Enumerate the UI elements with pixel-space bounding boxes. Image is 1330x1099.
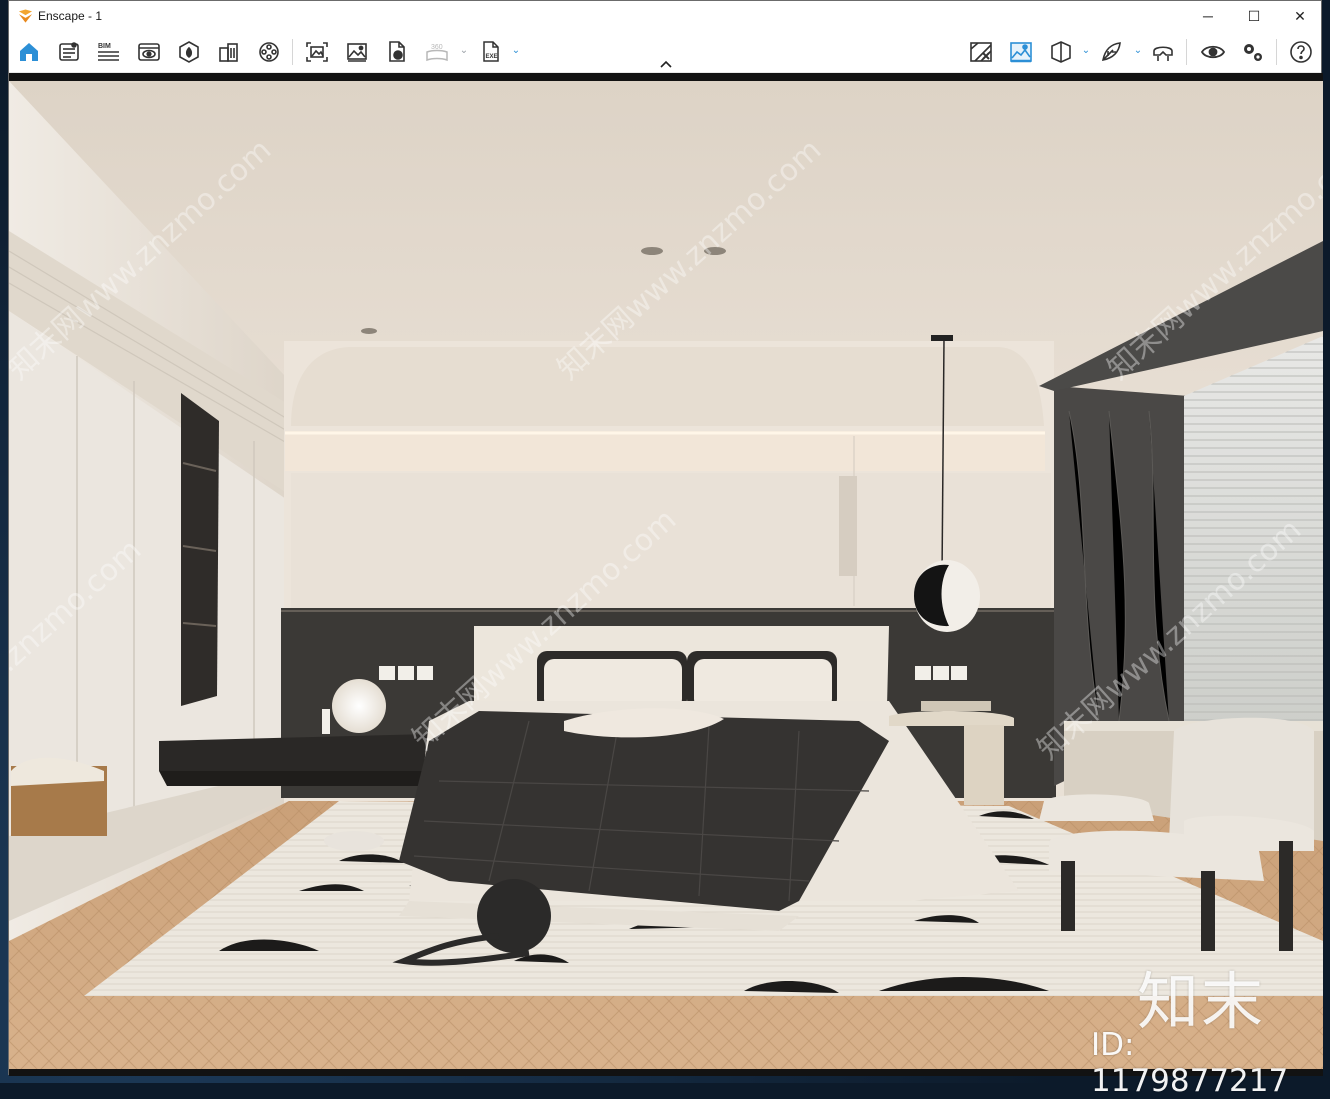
panorama-dropdown-icon[interactable]: ⌄ <box>459 44 469 58</box>
collapse-toolbar-icon[interactable] <box>659 59 673 69</box>
help-icon[interactable] <box>1288 40 1314 64</box>
view-management-icon[interactable] <box>136 40 162 64</box>
enscape-window: Enscape - 1 ─ ☐ ✕ BIM 360 ⌄ EXE ⌄ ⌄ ⌄ 知末… <box>8 0 1323 1099</box>
bim-label: BIM <box>98 43 111 50</box>
settings-sheet-icon[interactable] <box>56 40 82 64</box>
title-bar[interactable]: Enscape - 1 ─ ☐ ✕ <box>9 1 1321 31</box>
vr-headset-icon[interactable] <box>1150 40 1176 64</box>
video-editor-icon[interactable] <box>256 40 282 64</box>
close-button[interactable]: ✕ <box>1277 1 1323 31</box>
material-editor-icon[interactable] <box>216 40 242 64</box>
minimize-button[interactable]: ─ <box>1185 1 1231 31</box>
export-exe-label: EXE <box>486 54 498 60</box>
asset-library-icon[interactable] <box>176 40 202 64</box>
toolbar-separator <box>1276 39 1277 65</box>
material-dropdown-icon[interactable]: ⌄ <box>1133 44 1143 58</box>
visual-settings-icon[interactable] <box>1200 40 1226 64</box>
watermark-id: ID: 1179877217 <box>1091 1027 1289 1099</box>
window-title: Enscape - 1 <box>38 9 103 23</box>
enscape-logo-icon <box>18 9 33 23</box>
screenshot-icon[interactable] <box>344 40 370 64</box>
capture-view-icon[interactable] <box>304 40 330 64</box>
minimap-icon[interactable] <box>968 40 994 64</box>
export-dropdown-icon[interactable]: ⌄ <box>511 44 521 58</box>
toolbar-separator <box>292 39 293 65</box>
maximize-button[interactable]: ☐ <box>1231 1 1277 31</box>
bim-icon[interactable]: BIM <box>96 40 122 64</box>
section-dropdown-icon[interactable]: ⌄ <box>1081 44 1091 58</box>
atmosphere-icon[interactable] <box>1008 40 1034 64</box>
general-settings-icon[interactable] <box>1240 40 1266 64</box>
section-view-icon[interactable] <box>1048 40 1074 64</box>
maximize-icon: ☐ <box>1247 7 1261 24</box>
panorama-360-icon[interactable]: 360 <box>424 40 450 64</box>
export-batch-icon[interactable] <box>384 40 410 64</box>
render-viewport[interactable]: 知末网www.znzmo.com 知末网www.znzmo.com 知末网www… <box>9 81 1323 1069</box>
bedroom-render-image: 知末网www.znzmo.com 知末网www.znzmo.com 知末网www… <box>9 81 1323 1069</box>
minimize-icon: ─ <box>1203 8 1213 24</box>
main-toolbar: BIM 360 ⌄ EXE ⌄ ⌄ ⌄ <box>9 31 1321 73</box>
export-exe-icon[interactable]: EXE <box>478 40 504 64</box>
viewport-frame-top <box>9 73 1323 81</box>
close-icon: ✕ <box>1294 7 1306 24</box>
home-icon[interactable] <box>16 40 42 64</box>
material-icon[interactable] <box>1098 40 1124 64</box>
toolbar-separator <box>1186 39 1187 65</box>
